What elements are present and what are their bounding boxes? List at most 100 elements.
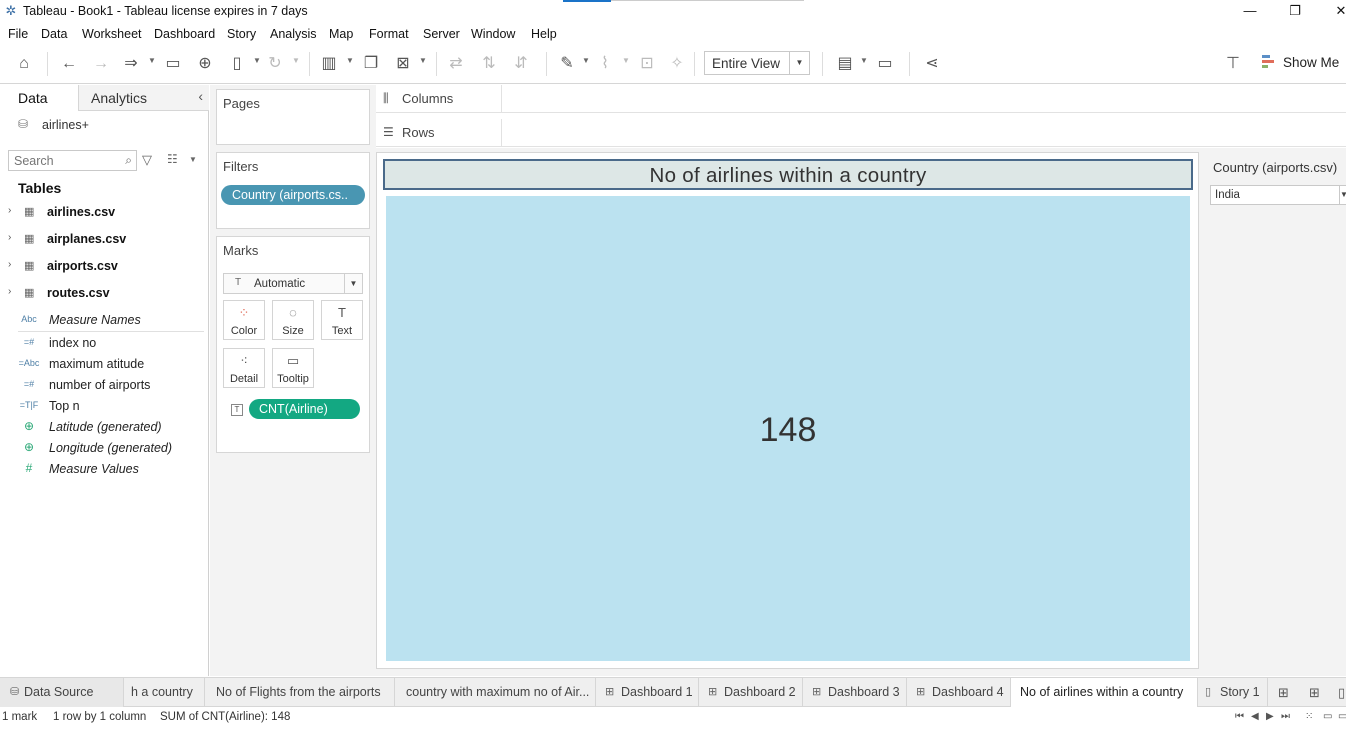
new-datasource-icon[interactable]: ⊕ xyxy=(194,54,216,74)
columns-shelf[interactable]: ⫼ Columns xyxy=(376,85,1346,113)
show-labels-icon[interactable]: ⊡ xyxy=(636,54,658,74)
filter-icon[interactable]: ▽ xyxy=(142,152,152,168)
chevron-right-icon[interactable]: › xyxy=(8,259,11,270)
rows-shelf[interactable]: ☰ Rows xyxy=(376,119,1346,147)
cards-caret-icon[interactable]: ▼ xyxy=(860,56,868,65)
quick-filter-dropdown[interactable]: India ▼ xyxy=(1210,185,1346,205)
group-icon[interactable]: ⌇ xyxy=(594,54,616,74)
new-worksheet-icon[interactable]: ⊞ xyxy=(1278,685,1289,701)
table-item[interactable]: › ▦ routes.csv xyxy=(0,284,208,304)
tab-sheet[interactable]: No of Flights from the airports xyxy=(205,678,395,707)
tab-data[interactable]: Data xyxy=(0,85,78,111)
filter-pill-country[interactable]: Country (airports.cs.. xyxy=(221,185,365,205)
format-painter-icon[interactable]: ⊤ xyxy=(1222,54,1244,74)
menu-worksheet[interactable]: Worksheet xyxy=(82,27,142,41)
duplicate-sheet-icon[interactable]: ❐ xyxy=(360,54,382,74)
replay-icon[interactable]: ⇒ xyxy=(120,54,142,74)
mark-type-dropdown[interactable]: T Automatic ▼ xyxy=(223,273,363,294)
menu-dashboard[interactable]: Dashboard xyxy=(154,27,215,41)
redo-icon[interactable]: → xyxy=(90,54,112,74)
new-story-icon[interactable]: ▯ xyxy=(1338,685,1345,701)
menu-help[interactable]: Help xyxy=(531,27,557,41)
chevron-right-icon[interactable]: › xyxy=(8,232,11,243)
share-icon[interactable]: ⋖ xyxy=(921,54,943,74)
new-worksheet-icon[interactable]: ▥ xyxy=(318,54,340,74)
text-button[interactable]: T Text xyxy=(321,300,363,340)
search-field[interactable]: ⌕ xyxy=(8,150,137,171)
marks-card[interactable]: Marks T Automatic ▼ ⁘ Color ◌ Size T Tex… xyxy=(216,236,370,453)
search-input[interactable] xyxy=(14,153,114,168)
tab-active-sheet[interactable]: No of airlines within a country xyxy=(1011,678,1198,707)
tab-dashboard-2[interactable]: ⊞ Dashboard 2 xyxy=(699,678,803,707)
tab-data-source[interactable]: ⛁ Data Source xyxy=(0,678,124,707)
undo-icon[interactable]: ← xyxy=(58,54,80,74)
close-button[interactable]: ✕ xyxy=(1331,2,1346,20)
field-measure-names[interactable]: Abc Measure Names xyxy=(0,311,208,331)
next-sheet-icon[interactable]: ▶ xyxy=(1266,711,1274,722)
chevron-right-icon[interactable]: › xyxy=(8,286,11,297)
show-me-button[interactable]: Show Me xyxy=(1283,55,1339,70)
cards-toggle-icon[interactable]: ▤ xyxy=(834,54,856,74)
clear-caret-icon[interactable]: ▼ xyxy=(419,56,427,65)
refresh-icon[interactable]: ↻ xyxy=(264,54,286,74)
prev-sheet-icon[interactable]: ◀ xyxy=(1251,711,1259,722)
tab-dashboard-3[interactable]: ⊞ Dashboard 3 xyxy=(803,678,907,707)
home-icon[interactable]: ⌂ xyxy=(13,54,35,74)
collapse-icon[interactable]: ‹ xyxy=(198,88,203,104)
pause-updates-icon[interactable]: ▯ xyxy=(226,54,248,74)
filters-card[interactable]: Filters Country (airports.cs.. xyxy=(216,152,370,229)
color-button[interactable]: ⁘ Color xyxy=(223,300,265,340)
menu-server[interactable]: Server xyxy=(423,27,460,41)
chevron-down-icon[interactable]: ▼ xyxy=(789,52,809,74)
tooltip-button[interactable]: ▭ Tooltip xyxy=(272,348,314,388)
group-caret-icon[interactable]: ▼ xyxy=(622,56,630,65)
size-button[interactable]: ◌ Size xyxy=(272,300,314,340)
measure-pill-cnt-airline[interactable]: CNT(Airline) xyxy=(249,399,360,419)
highlight-icon[interactable]: ✎ xyxy=(556,54,578,74)
menu-map[interactable]: Map xyxy=(329,27,353,41)
chevron-down-icon[interactable]: ▼ xyxy=(189,155,197,164)
new-dashboard-icon[interactable]: ⊞ xyxy=(1309,685,1320,701)
tab-analytics[interactable]: Analytics ‹ xyxy=(78,85,209,111)
menu-format[interactable]: Format xyxy=(369,27,409,41)
tab-story-1[interactable]: ▯ Story 1 xyxy=(1198,678,1268,707)
field-longitude[interactable]: ⊕ Longitude (generated) xyxy=(0,439,208,459)
tab-sheet[interactable]: h a country xyxy=(124,678,205,707)
field-latitude[interactable]: ⊕ Latitude (generated) xyxy=(0,418,208,438)
tab-dashboard-4[interactable]: ⊞ Dashboard 4 xyxy=(907,678,1011,707)
fit-view-dropdown[interactable]: Entire View ▼ xyxy=(704,51,810,75)
field-top-n[interactable]: =T|F Top n xyxy=(0,397,208,417)
grid-view-icon[interactable]: ⁙ xyxy=(1305,711,1313,722)
pause-caret-icon[interactable]: ▼ xyxy=(253,56,261,65)
table-item[interactable]: › ▦ airplanes.csv xyxy=(0,230,208,250)
chevron-down-icon[interactable]: ▼ xyxy=(344,274,362,293)
view-list-icon[interactable]: ☷ xyxy=(167,152,178,166)
sort-descending-icon[interactable]: ⇵ xyxy=(510,54,532,74)
field-measure-values[interactable]: # Measure Values xyxy=(0,460,208,480)
chevron-down-icon[interactable]: ▼ xyxy=(1339,186,1346,204)
detail-button[interactable]: ⁖ Detail xyxy=(223,348,265,388)
menu-window[interactable]: Window xyxy=(471,27,515,41)
show-me-icon[interactable] xyxy=(1262,55,1276,71)
field-index-no[interactable]: =# index no xyxy=(0,334,208,354)
new-worksheet-caret-icon[interactable]: ▼ xyxy=(346,56,354,65)
first-sheet-icon[interactable]: ⏮ xyxy=(1235,711,1244,722)
field-maximum-atitude[interactable]: =Abc maximum atitude xyxy=(0,355,208,375)
replay-caret-icon[interactable]: ▼ xyxy=(148,56,156,65)
refresh-caret-icon[interactable]: ▼ xyxy=(292,56,300,65)
last-sheet-icon[interactable]: ⏭ xyxy=(1281,711,1290,722)
menu-file[interactable]: File xyxy=(8,27,28,41)
menu-story[interactable]: Story xyxy=(227,27,256,41)
field-number-of-airports[interactable]: =# number of airports xyxy=(0,376,208,396)
search-icon[interactable]: ⌕ xyxy=(125,153,132,168)
tab-sheet[interactable]: country with maximum no of Air... xyxy=(395,678,596,707)
text-mark-cell[interactable]: 148 xyxy=(386,196,1190,661)
swap-icon[interactable]: ⇄ xyxy=(445,54,467,74)
pages-card[interactable]: Pages xyxy=(216,89,370,145)
table-item[interactable]: › ▦ airports.csv xyxy=(0,257,208,277)
presentation-mode-icon[interactable]: ▭ xyxy=(874,54,896,74)
menu-analysis[interactable]: Analysis xyxy=(270,27,317,41)
tab-dashboard-1[interactable]: ⊞ Dashboard 1 xyxy=(596,678,699,707)
worksheet-title[interactable]: No of airlines within a country xyxy=(383,159,1193,190)
highlight-caret-icon[interactable]: ▼ xyxy=(582,56,590,65)
